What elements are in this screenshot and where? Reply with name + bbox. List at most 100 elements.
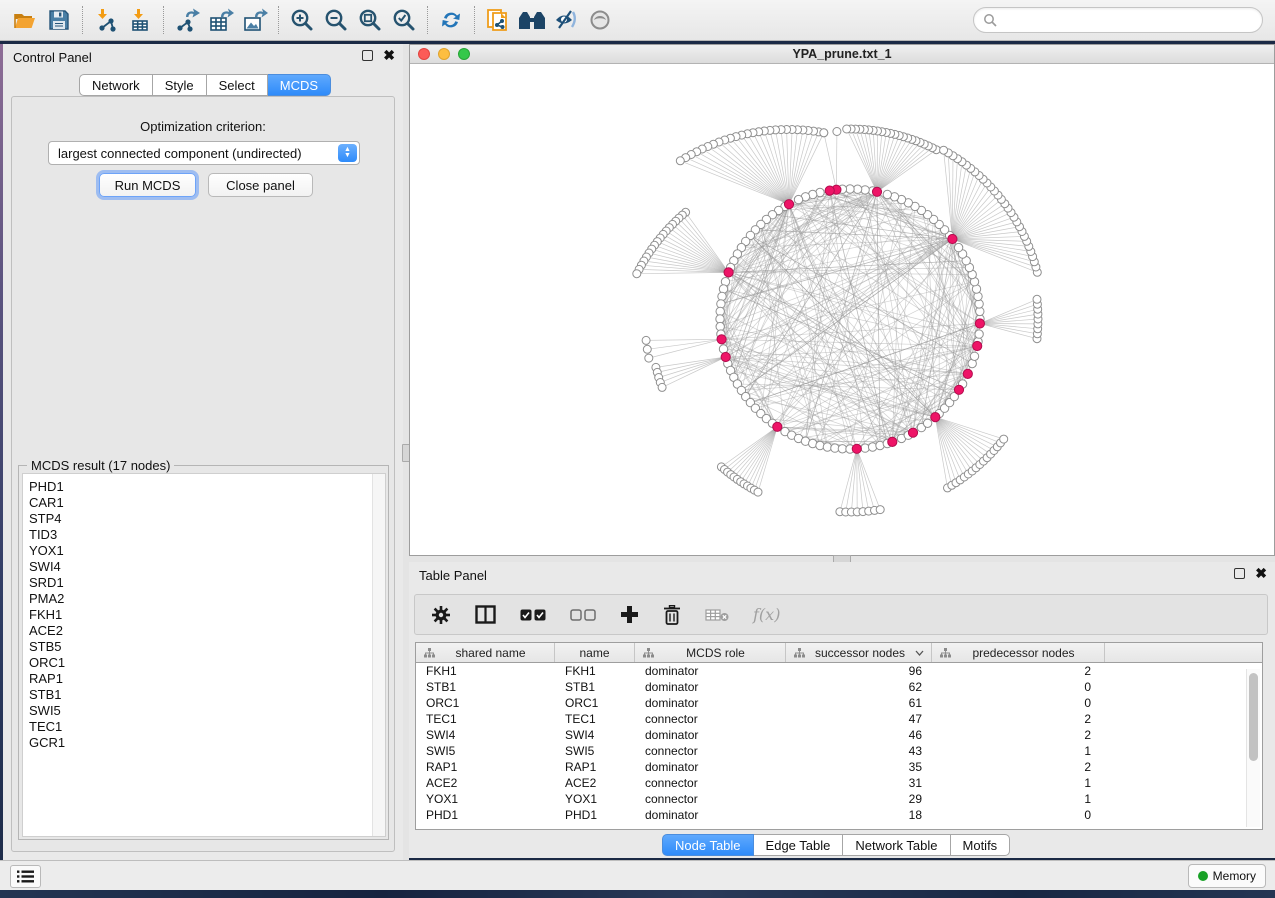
graph-mcds-hub-node[interactable]: [784, 200, 793, 209]
deselect-all-columns-button[interactable]: [570, 609, 596, 621]
zoom-in-button[interactable]: [285, 4, 319, 36]
graph-mcds-hub-node[interactable]: [872, 187, 881, 196]
delete-column-button[interactable]: [663, 605, 681, 625]
graph-leaf-node[interactable]: [645, 354, 653, 362]
cell-mcds_role[interactable]: connector: [635, 743, 786, 759]
table-row[interactable]: STB1STB1dominator620: [416, 679, 1262, 695]
graph-leaf-node[interactable]: [676, 157, 684, 165]
column-header-successor-nodes[interactable]: successor nodes: [786, 643, 932, 662]
mcds-result-item[interactable]: STP4: [23, 511, 385, 527]
table-row[interactable]: ORC1ORC1dominator610: [416, 695, 1262, 711]
cell-mcds_role[interactable]: dominator: [635, 679, 786, 695]
memory-button[interactable]: Memory: [1188, 864, 1266, 888]
mcds-result-item[interactable]: SWI5: [23, 703, 385, 719]
tab-select[interactable]: Select: [207, 74, 268, 96]
cell-shared_name[interactable]: PHD1: [416, 807, 555, 823]
table-scrollbar[interactable]: [1246, 669, 1260, 827]
cell-name[interactable]: PHD1: [555, 807, 635, 823]
cell-successor_nodes[interactable]: 47: [786, 711, 932, 727]
network-graph[interactable]: [410, 64, 1274, 555]
graph-leaf-node[interactable]: [1033, 295, 1041, 303]
graph-node[interactable]: [923, 419, 931, 427]
cell-mcds_role[interactable]: dominator: [635, 727, 786, 743]
column-header-predecessor-nodes[interactable]: predecessor nodes: [932, 643, 1105, 662]
graph-leaf-node[interactable]: [833, 128, 841, 136]
table-row[interactable]: SWI4SWI4dominator462: [416, 727, 1262, 743]
graph-mcds-hub-node[interactable]: [825, 186, 834, 195]
mcds-result-item[interactable]: TID3: [23, 527, 385, 543]
graph-leaf-node[interactable]: [876, 506, 884, 514]
export-table-button[interactable]: [204, 4, 238, 36]
graph-mcds-hub-node[interactable]: [954, 385, 963, 394]
export-network-button[interactable]: [170, 4, 204, 36]
function-builder-button[interactable]: f(x): [753, 605, 780, 624]
cell-predecessor_nodes[interactable]: 1: [932, 743, 1105, 759]
binoculars-button[interactable]: [515, 4, 549, 36]
cell-successor_nodes[interactable]: 29: [786, 791, 932, 807]
network-canvas[interactable]: [410, 64, 1274, 555]
cell-predecessor_nodes[interactable]: 2: [932, 727, 1105, 743]
graph-mcds-hub-node[interactable]: [963, 369, 972, 378]
column-header-shared-name[interactable]: shared name: [416, 643, 555, 662]
graph-mcds-hub-node[interactable]: [721, 352, 730, 361]
cell-mcds_role[interactable]: dominator: [635, 695, 786, 711]
mcds-result-item[interactable]: ORC1: [23, 655, 385, 671]
graph-leaf-node[interactable]: [754, 488, 762, 496]
cell-shared_name[interactable]: RAP1: [416, 759, 555, 775]
zoom-selected-button[interactable]: [387, 4, 421, 36]
table-settings-button[interactable]: [431, 605, 451, 625]
cell-shared_name[interactable]: SWI4: [416, 727, 555, 743]
cell-name[interactable]: TEC1: [555, 711, 635, 727]
mcds-result-item[interactable]: CAR1: [23, 495, 385, 511]
cell-shared_name[interactable]: FKH1: [416, 663, 555, 679]
import-table-button[interactable]: [123, 4, 157, 36]
cell-shared_name[interactable]: SWI5: [416, 743, 555, 759]
mcds-result-item[interactable]: RAP1: [23, 671, 385, 687]
mcds-list-scrollbar[interactable]: [372, 474, 385, 836]
mcds-result-item[interactable]: GCR1: [23, 735, 385, 751]
cell-successor_nodes[interactable]: 61: [786, 695, 932, 711]
graph-mcds-hub-node[interactable]: [773, 422, 782, 431]
run-mcds-button[interactable]: Run MCDS: [99, 173, 196, 197]
table-row[interactable]: FKH1FKH1dominator962: [416, 663, 1262, 679]
cell-predecessor_nodes[interactable]: 2: [932, 663, 1105, 679]
cell-mcds_role[interactable]: dominator: [635, 759, 786, 775]
close-panel-button[interactable]: Close panel: [208, 173, 313, 197]
table-row[interactable]: YOX1YOX1connector291: [416, 791, 1262, 807]
cell-name[interactable]: ORC1: [555, 695, 635, 711]
tab-network[interactable]: Network: [79, 74, 153, 96]
graph-leaf-node[interactable]: [633, 270, 641, 278]
open-file-button[interactable]: [8, 4, 42, 36]
graph-leaf-node[interactable]: [1000, 435, 1008, 443]
graph-mcds-hub-node[interactable]: [888, 437, 897, 446]
graph-leaf-node[interactable]: [940, 146, 948, 154]
cell-shared_name[interactable]: STB1: [416, 679, 555, 695]
graph-mcds-hub-node[interactable]: [717, 335, 726, 344]
cell-name[interactable]: STB1: [555, 679, 635, 695]
float-table-panel-icon[interactable]: [1234, 568, 1245, 579]
cell-mcds_role[interactable]: connector: [635, 775, 786, 791]
create-column-button[interactable]: [620, 605, 639, 624]
cell-shared_name[interactable]: TEC1: [416, 711, 555, 727]
zoom-fit-button[interactable]: [353, 4, 387, 36]
delete-table-button[interactable]: [705, 608, 729, 622]
cell-name[interactable]: SWI5: [555, 743, 635, 759]
graph-mcds-hub-node[interactable]: [724, 268, 733, 277]
cell-name[interactable]: ACE2: [555, 775, 635, 791]
clone-network-button[interactable]: [481, 4, 515, 36]
cell-successor_nodes[interactable]: 18: [786, 807, 932, 823]
table-row[interactable]: TEC1TEC1connector472: [416, 711, 1262, 727]
graph-leaf-node[interactable]: [643, 345, 651, 353]
table-scrollbar-thumb[interactable]: [1249, 673, 1258, 761]
tab-node-table[interactable]: Node Table: [662, 834, 754, 856]
show-all-button[interactable]: [583, 4, 617, 36]
cell-mcds_role[interactable]: connector: [635, 711, 786, 727]
graph-leaf-node[interactable]: [642, 336, 650, 344]
mcds-result-item[interactable]: STB5: [23, 639, 385, 655]
cell-predecessor_nodes[interactable]: 1: [932, 791, 1105, 807]
graph-mcds-hub-node[interactable]: [931, 413, 940, 422]
cell-predecessor_nodes[interactable]: 2: [932, 711, 1105, 727]
cell-successor_nodes[interactable]: 43: [786, 743, 932, 759]
show-column-button[interactable]: [475, 605, 496, 624]
graph-node[interactable]: [794, 195, 802, 203]
